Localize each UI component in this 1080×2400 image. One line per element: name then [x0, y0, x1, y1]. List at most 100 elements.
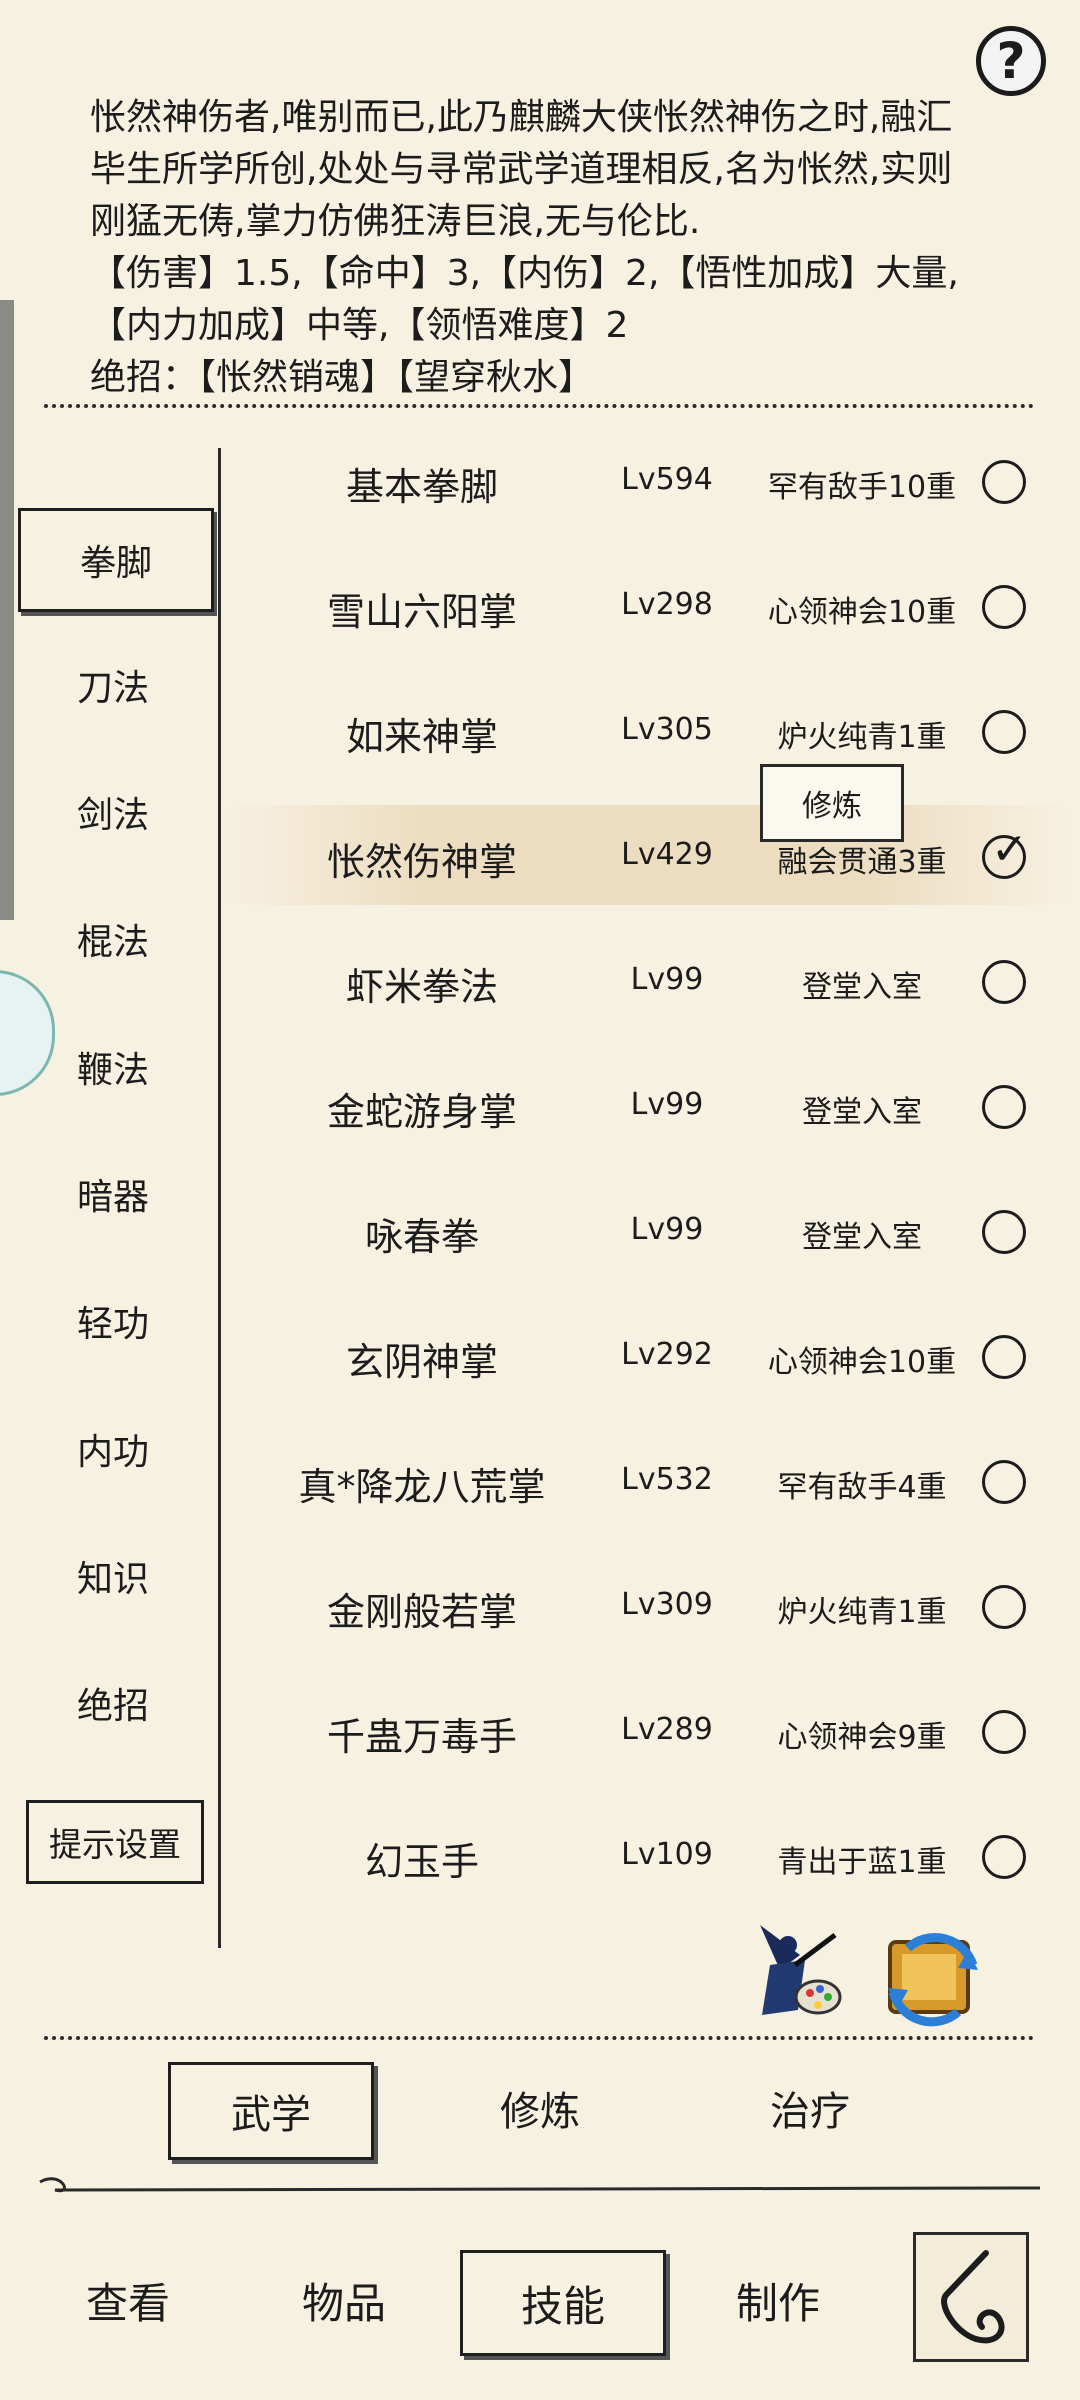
- category-daofa[interactable]: 刀法: [18, 636, 208, 734]
- train-tooltip-button[interactable]: 修炼: [760, 764, 904, 842]
- category-label: 内功: [76, 1432, 149, 1473]
- category-label: 知识: [76, 1559, 149, 1600]
- skill-stage: 登堂入室: [802, 1220, 922, 1255]
- category-qinggong[interactable]: 轻功: [18, 1272, 208, 1370]
- skill-stage: 青出于蓝1重: [777, 1845, 947, 1880]
- skill-name: 怅然伤神掌: [326, 840, 517, 884]
- nav-label: 物品: [301, 2278, 386, 2328]
- skill-name: 金刚般若掌: [326, 1590, 517, 1634]
- hint-settings-button[interactable]: 提示设置: [26, 1800, 204, 1884]
- nav-label: 技能: [520, 2281, 605, 2331]
- skill-radio[interactable]: [982, 1460, 1026, 1504]
- skill-stage: 罕有敌手10重: [767, 470, 957, 505]
- help-button[interactable]: ?: [976, 26, 1046, 96]
- divider-top: [44, 404, 1034, 408]
- skill-radio[interactable]: [982, 1835, 1026, 1879]
- skill-row[interactable]: 咏春拳 Lv99 登堂入室: [222, 1180, 1072, 1280]
- skill-name: 真*降龙八荒掌: [298, 1465, 546, 1509]
- skill-name: 金蛇游身掌: [326, 1090, 517, 1134]
- skill-row[interactable]: 玄阴神掌 Lv292 心领神会10重: [222, 1305, 1072, 1405]
- category-label: 棍法: [76, 922, 149, 963]
- description-line: 【内力加成】中等,【领悟难度】2: [90, 305, 629, 346]
- nav-items[interactable]: 物品: [244, 2250, 444, 2350]
- skill-radio[interactable]: [982, 960, 1026, 1004]
- skill-row[interactable]: 金刚般若掌 Lv309 炉火纯青1重: [222, 1555, 1072, 1655]
- skill-name: 千蛊万毒手: [326, 1715, 517, 1759]
- hint-settings-label: 提示设置: [49, 1825, 181, 1864]
- skill-radio[interactable]: [982, 1710, 1026, 1754]
- martial-artist-palette-icon[interactable]: [740, 1915, 850, 2025]
- swap-scroll-icon[interactable]: [878, 1920, 988, 2030]
- skill-stage: 心领神会10重: [767, 1345, 957, 1380]
- category-label: 剑法: [76, 795, 149, 836]
- skill-row[interactable]: 千蛊万毒手 Lv289 心领神会9重: [222, 1680, 1072, 1780]
- skill-name: 幻玉手: [364, 1840, 479, 1880]
- tab-label: 武学: [231, 2092, 311, 2138]
- tab-label: 修炼: [500, 2089, 580, 2135]
- skill-radio[interactable]: [982, 585, 1026, 629]
- checkmark-icon: ✓: [991, 824, 1028, 875]
- skill-radio-checked[interactable]: ✓: [982, 828, 1028, 879]
- skill-row[interactable]: 虾米拳法 Lv99 登堂入室: [222, 930, 1072, 1030]
- category-label: 绝招: [76, 1686, 149, 1727]
- category-label: 轻功: [76, 1304, 149, 1345]
- category-neigong[interactable]: 内功: [18, 1400, 208, 1498]
- skill-stage: 心领神会9重: [777, 1720, 947, 1755]
- skill-description: 怅然神伤者,唯别而已,此乃麒麟大侠怅然神伤之时,融汇 毕生所学所创,处处与寻常武…: [90, 92, 1020, 404]
- category-quanjiao[interactable]: 拳脚: [18, 508, 214, 612]
- list-divider: [218, 448, 221, 1948]
- description-line: 毕生所学所创,处处与寻常武学道理相反,名为怅然,实则: [90, 149, 953, 190]
- category-anqi[interactable]: 暗器: [18, 1145, 208, 1243]
- nav-craft[interactable]: 制作: [678, 2250, 878, 2350]
- skill-stage: 登堂入室: [802, 970, 922, 1005]
- nav-view[interactable]: 查看: [28, 2250, 228, 2350]
- category-label: 拳脚: [79, 543, 152, 584]
- description-line: 绝招：【怅然销魂】【望穿秋水】: [90, 357, 595, 398]
- skill-row[interactable]: 雪山六阳掌 Lv298 心领神会10重: [222, 555, 1072, 655]
- skill-row[interactable]: 如来神掌 Lv305 炉火纯青1重: [222, 680, 1072, 780]
- skill-name: 雪山六阳掌: [326, 590, 517, 634]
- skill-stage: 炉火纯青1重: [777, 1595, 947, 1630]
- category-jianfa[interactable]: 剑法: [18, 763, 208, 861]
- skill-radio[interactable]: [982, 1210, 1026, 1254]
- category-bianfa[interactable]: 鞭法: [18, 1018, 208, 1116]
- skill-row[interactable]: 幻玉手 Lv109 青出于蓝1重: [222, 1805, 1072, 1880]
- tab-label: 治疗: [770, 2089, 850, 2135]
- skill-radio[interactable]: [982, 1085, 1026, 1129]
- skill-radio[interactable]: [982, 460, 1026, 504]
- category-juezhao[interactable]: 绝招: [18, 1654, 208, 1752]
- skill-radio[interactable]: [982, 1335, 1026, 1379]
- skill-name: 基本拳脚: [345, 465, 498, 509]
- skill-radio[interactable]: [982, 1585, 1026, 1629]
- category-label: 暗器: [76, 1177, 149, 1218]
- category-label: 鞭法: [76, 1050, 149, 1091]
- nav-label: 查看: [85, 2278, 170, 2328]
- category-zhishi[interactable]: 知识: [18, 1527, 208, 1625]
- skill-list[interactable]: 基本拳脚 Lv594 罕有敌手10重 雪山六阳掌 Lv298 心领神会10重 如…: [222, 430, 1072, 1880]
- skill-radio[interactable]: [982, 710, 1026, 754]
- description-line: 怅然神伤者,唯别而已,此乃麒麟大侠怅然神伤之时,融汇: [90, 97, 953, 138]
- nav-skills[interactable]: 技能: [460, 2250, 666, 2356]
- skill-row[interactable]: 基本拳脚 Lv594 罕有敌手10重: [222, 430, 1072, 530]
- skill-stage: 罕有敌手4重: [777, 1470, 947, 1505]
- tooltip-label: 修炼: [802, 789, 862, 824]
- tab-wuxue[interactable]: 武学: [168, 2062, 374, 2160]
- back-button[interactable]: [913, 2232, 1029, 2362]
- skill-name: 咏春拳: [364, 1215, 479, 1259]
- category-gunfa[interactable]: 棍法: [18, 890, 208, 988]
- skill-row-selected[interactable]: 怅然伤神掌 Lv429 融会贯通3重 ✓: [222, 805, 1072, 905]
- brush-divider: [39, 2177, 1041, 2193]
- skill-name: 玄阴神掌: [345, 1340, 498, 1384]
- skill-stage: 心领神会10重: [767, 595, 957, 630]
- tab-zhiliao[interactable]: 治疗: [710, 2062, 910, 2154]
- tab-xiulian[interactable]: 修炼: [440, 2062, 640, 2154]
- skill-row[interactable]: 金蛇游身掌 Lv99 登堂入室: [222, 1055, 1072, 1155]
- description-line: 【伤害】1.5,【命中】3,【内伤】2,【悟性加成】大量,: [90, 253, 959, 294]
- edge-strip: [0, 300, 14, 920]
- skill-name: 虾米拳法: [345, 965, 498, 1009]
- skill-stage: 登堂入室: [802, 1095, 922, 1130]
- nav-label: 制作: [735, 2278, 820, 2328]
- category-label: 刀法: [76, 668, 149, 709]
- skill-row[interactable]: 真*降龙八荒掌 Lv532 罕有敌手4重: [222, 1430, 1072, 1530]
- skill-stage: 炉火纯青1重: [777, 720, 947, 755]
